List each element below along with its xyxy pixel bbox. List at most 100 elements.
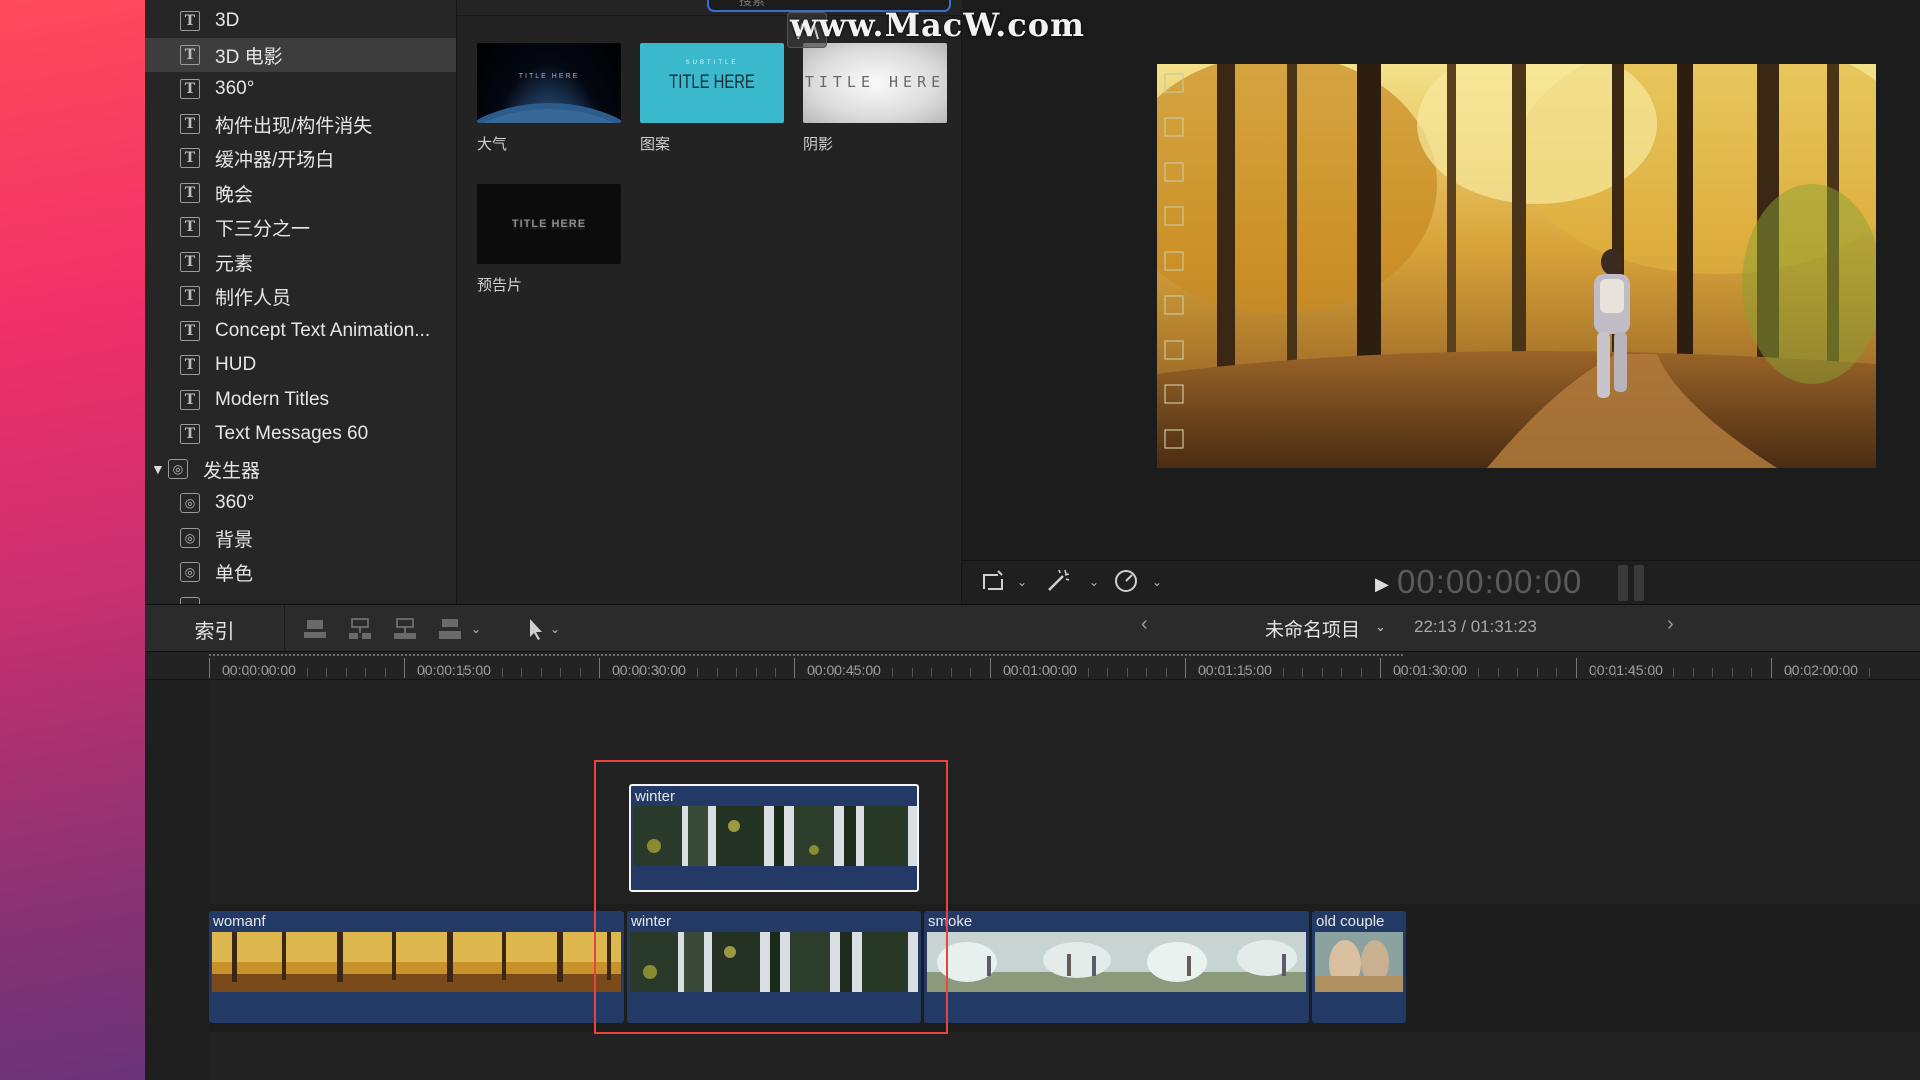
chevron-down-icon[interactable]: ⌄ <box>471 622 481 636</box>
generator-icon: ◎ <box>180 562 200 582</box>
ruler-minor-tick <box>853 668 854 677</box>
sidebar-group-generators[interactable]: ▼ ◎ 发生器 <box>145 452 456 486</box>
ruler-minor-tick <box>1049 668 1050 677</box>
ruler-minor-tick <box>1205 668 1206 677</box>
clip-smoke[interactable]: smoke <box>924 911 1309 1023</box>
ruler-minor-tick <box>1244 668 1245 677</box>
sidebar-item-3d-movie[interactable]: T 3D 电影 <box>145 38 456 72</box>
title-icon: T <box>180 45 200 65</box>
ruler-label: 00:01:45:00 <box>1589 662 1663 678</box>
ruler-minor-tick <box>1517 668 1518 677</box>
sidebar-item-label: 构件出现/构件消失 <box>215 115 373 137</box>
generator-icon: ◎ <box>180 493 200 513</box>
ruler-minor-tick <box>814 668 815 677</box>
clip-womanf[interactable]: womanf <box>209 911 624 1023</box>
ruler-minor-tick <box>1830 668 1831 677</box>
clip-old-couple[interactable]: old couple <box>1312 911 1406 1023</box>
forward-arrow-icon[interactable]: › <box>1667 613 1674 636</box>
thumbnail-pattern[interactable]: SUBTITLE TITLE HERE <box>640 43 784 123</box>
sidebar-item-360[interactable]: T 360° <box>145 72 456 106</box>
forest-scene-image <box>1157 64 1876 468</box>
audio-meter-left <box>1618 565 1628 601</box>
ruler-minor-tick <box>834 668 835 677</box>
chevron-down-icon[interactable]: ⌄ <box>1017 575 1027 589</box>
disclosure-triangle-icon[interactable]: ▼ <box>151 461 165 477</box>
sidebar-item-label: Text Messages 60 <box>215 423 369 444</box>
ruler-minor-tick <box>287 668 288 677</box>
ruler-minor-tick <box>482 668 483 677</box>
title-icon: T <box>180 11 200 31</box>
ruler-tick <box>990 658 991 678</box>
title-icon: T <box>180 114 200 134</box>
sidebar-item-concept-text-animation[interactable]: T Concept Text Animation... <box>145 314 456 348</box>
sidebar-item-modern-titles[interactable]: T Modern Titles <box>145 383 456 417</box>
ruler-minor-tick <box>1478 668 1479 677</box>
thumbnail-atmosphere[interactable]: TITLE HERE <box>477 43 621 123</box>
thumbnail-trailer[interactable]: TITLE HERE <box>477 184 621 264</box>
ruler-minor-tick <box>1498 668 1499 677</box>
generator-icon: ◎ <box>180 528 200 548</box>
ruler-minor-tick <box>1712 668 1713 677</box>
ruler-minor-tick <box>717 668 718 677</box>
highlight-annotation-box <box>594 760 948 1034</box>
ruler-minor-tick <box>1361 668 1362 677</box>
sidebar-item-label: 元素 <box>215 253 254 275</box>
sidebar-item-party[interactable]: T 晚会 <box>145 176 456 210</box>
ruler-minor-tick <box>1010 668 1011 677</box>
sidebar-item-3d[interactable]: T 3D <box>145 4 456 38</box>
sidebar-item-solids[interactable]: ◎ 单色 <box>145 555 456 589</box>
chevron-down-icon[interactable]: ⌄ <box>550 622 560 636</box>
sidebar-item-label: 360° <box>215 492 255 513</box>
sidebar-item-partial[interactable] <box>145 590 456 604</box>
clip-filmstrip <box>212 932 621 992</box>
ruler-label: 00:00:00:00 <box>222 662 296 678</box>
sidebar-item-lower-thirds[interactable]: T 下三分之一 <box>145 210 456 244</box>
ruler-minor-tick <box>1400 668 1401 677</box>
timeline-toolbar: 索引 ⌄ ⌄ <box>145 604 1920 653</box>
sidebar-item-credits[interactable]: T 制作人员 <box>145 279 456 313</box>
ruler-minor-tick <box>424 668 425 677</box>
insert-clip-icon[interactable] <box>347 617 373 641</box>
ruler-label: 00:01:00:00 <box>1003 662 1077 678</box>
generator-icon: ◎ <box>168 459 188 479</box>
select-tool-icon[interactable] <box>524 617 550 641</box>
viewer-video-frame <box>1157 64 1876 468</box>
ruler-minor-tick <box>931 668 932 677</box>
index-button[interactable]: 索引 <box>145 605 285 653</box>
play-icon[interactable]: ▶ <box>1375 574 1389 595</box>
thumbnail-shadow[interactable]: TITLE HERE <box>803 43 947 123</box>
sidebar-item-backgrounds[interactable]: ◎ 背景 <box>145 521 456 555</box>
sidebar-item-label: 3D <box>215 10 240 31</box>
back-arrow-icon[interactable]: ‹ <box>1141 613 1148 636</box>
chevron-down-icon[interactable]: ⌄ <box>1152 575 1162 589</box>
connect-clip-icon[interactable] <box>302 617 328 641</box>
sidebar-item-text-messages-60[interactable]: T Text Messages 60 <box>145 417 456 451</box>
ruler-minor-tick <box>1088 668 1089 677</box>
sidebar-item-build-in-out[interactable]: T 构件出现/构件消失 <box>145 107 456 141</box>
ruler-minor-tick <box>1810 668 1811 677</box>
transform-icon[interactable] <box>980 569 1006 599</box>
append-clip-icon[interactable] <box>392 617 418 641</box>
chevron-down-icon[interactable]: ⌄ <box>1089 575 1099 589</box>
sidebar-item-hud[interactable]: T HUD <box>145 348 456 382</box>
project-name[interactable]: 未命名项目 <box>1265 615 1360 642</box>
magic-wand-icon[interactable] <box>1045 568 1073 598</box>
ruler-tick <box>209 658 210 678</box>
ruler-minor-tick <box>1791 668 1792 677</box>
sidebar-item-elements[interactable]: T 元素 <box>145 245 456 279</box>
ruler-minor-tick <box>1634 668 1635 677</box>
sidebar-item-bumper-opener[interactable]: T 缓冲器/开场白 <box>145 141 456 175</box>
sidebar-item-label: Concept Text Animation... <box>215 320 431 341</box>
sidebar-item-label: 缓冲器/开场白 <box>215 149 335 171</box>
ruler-minor-tick <box>1127 668 1128 677</box>
crop-transform-icon <box>983 570 1003 590</box>
speed-gauge-icon[interactable] <box>1113 568 1139 600</box>
overwrite-clip-icon[interactable] <box>437 617 463 641</box>
thumbnail-caption: TITLE HERE <box>804 73 946 91</box>
sidebar-item-label: 3D 电影 <box>215 46 283 68</box>
generator-icon <box>180 597 200 604</box>
chevron-down-icon[interactable]: ⌄ <box>1375 619 1386 635</box>
ruler-minor-tick <box>1283 668 1284 677</box>
sidebar-item-generator-360[interactable]: ◎ 360° <box>145 486 456 520</box>
ruler-tick <box>599 658 600 678</box>
